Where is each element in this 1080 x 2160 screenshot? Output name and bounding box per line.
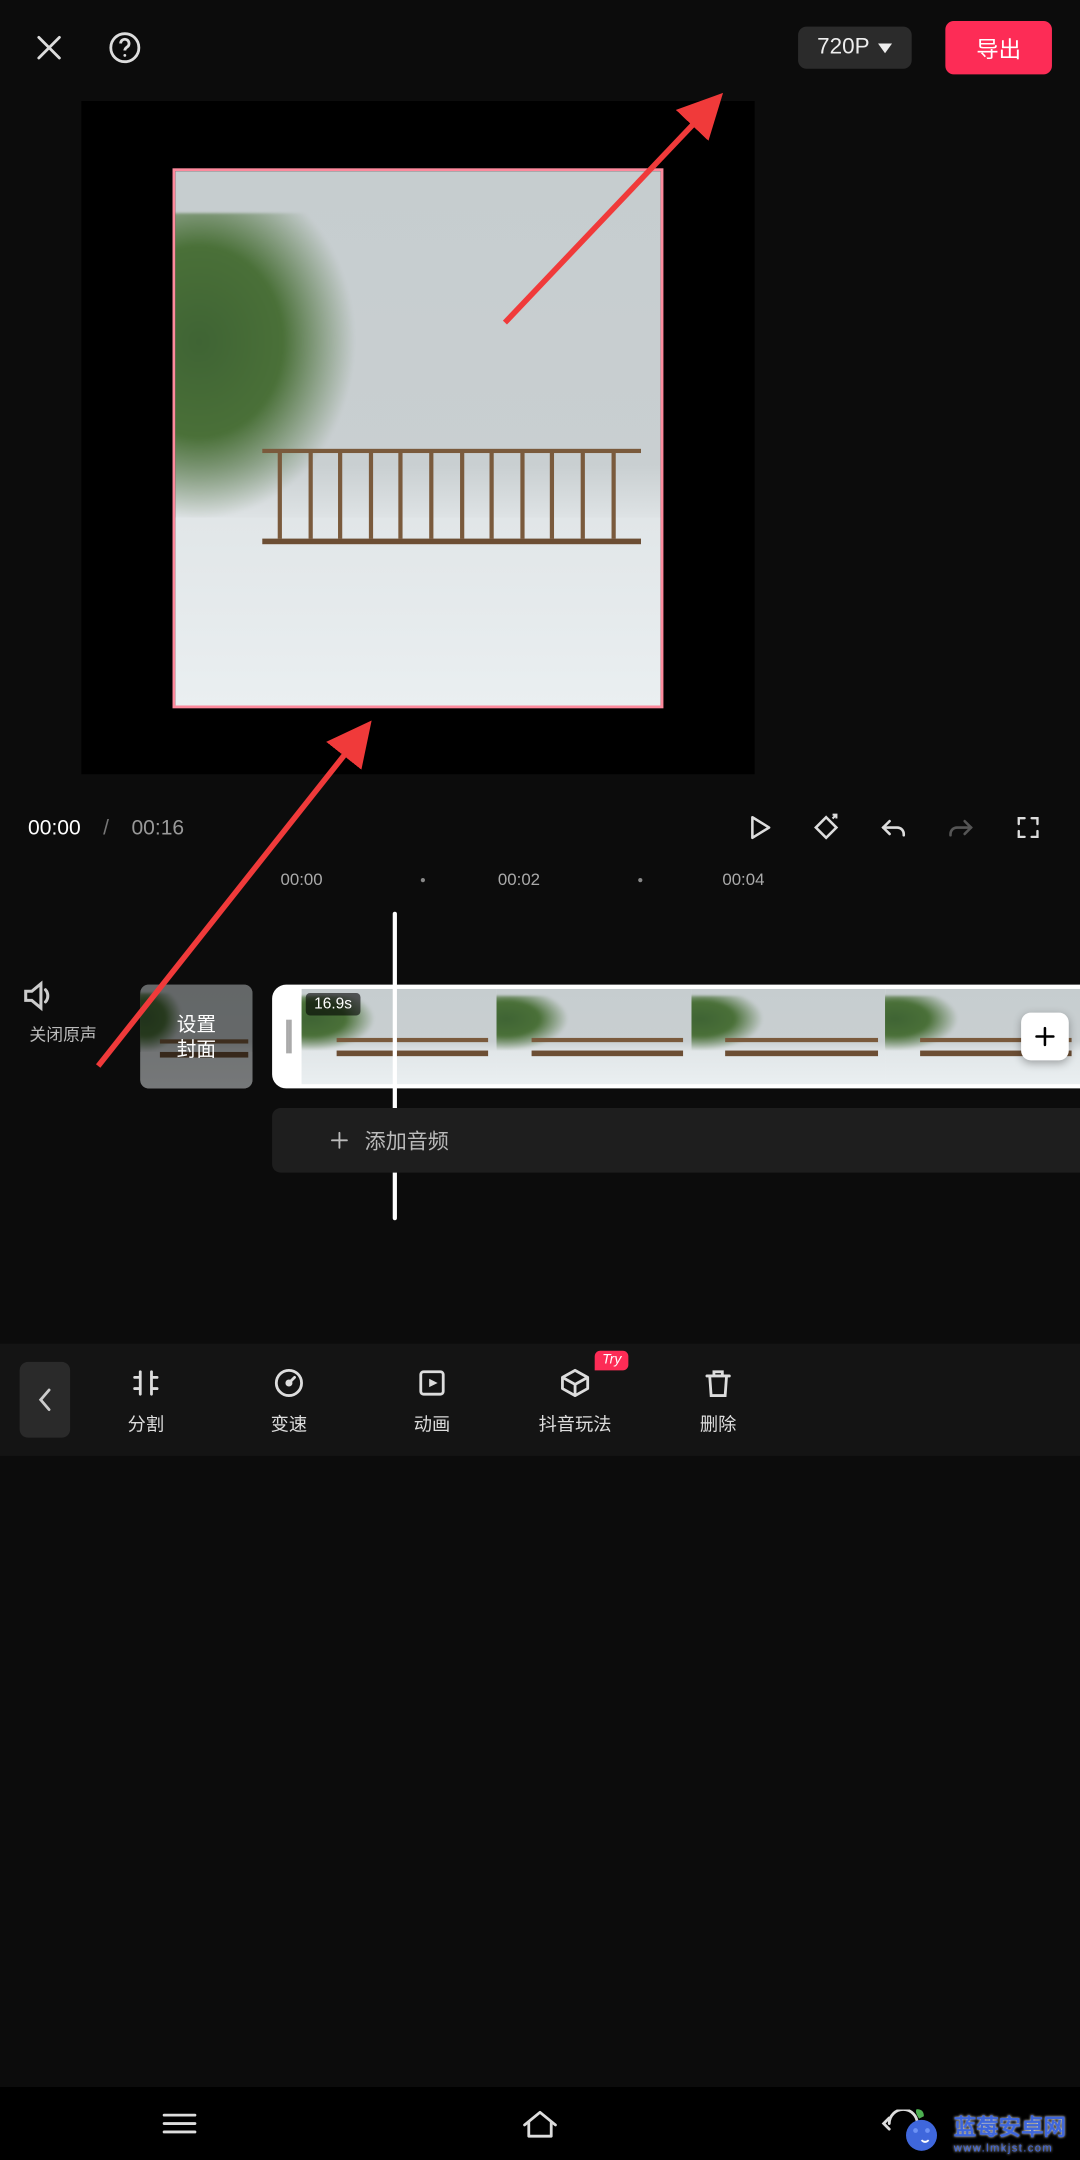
tool-delete[interactable]: 删除 [659,1364,777,1436]
nav-home-icon[interactable] [484,2108,596,2139]
clip-trim-handle-left[interactable] [276,989,301,1084]
animation-icon [414,1364,450,1400]
undo-icon[interactable] [870,804,918,852]
tool-speed[interactable]: 变速 [230,1364,348,1436]
redo-icon[interactable] [937,804,985,852]
watermark-sub: www.lmkjst.com [954,2141,1066,2154]
cube-icon [557,1364,593,1400]
try-badge: Try [595,1350,628,1370]
export-label: 导出 [976,39,1021,63]
add-clip-button[interactable] [1021,1013,1069,1061]
tool-label: 动画 [414,1409,450,1436]
preview-image [175,170,660,704]
timeline-ruler[interactable]: 00:00 00:02 00:04 [0,870,1080,904]
mute-label: 关闭原声 [20,1022,107,1046]
track-area: 关闭原声 设置 封面 16.9s [0,985,1080,1089]
tool-douyin-effects[interactable]: Try 抖音玩法 [516,1364,634,1436]
add-audio-row[interactable]: 添加音频 [272,1108,1080,1173]
help-icon[interactable] [104,27,146,69]
mute-original-button[interactable]: 关闭原声 [20,978,107,1047]
speed-icon [271,1364,307,1400]
resolution-label: 720P [817,35,869,60]
ruler-tick: 00:02 [498,870,540,890]
clip-thumbnails [302,989,1080,1084]
add-audio-label: 添加音频 [365,1126,449,1155]
tool-label: 变速 [271,1409,307,1436]
tool-split[interactable]: 分割 [87,1364,205,1436]
watermark: 蓝莓安卓网 www.lmkjst.com [898,2107,1066,2155]
video-preview[interactable] [81,101,754,774]
tool-label: 分割 [128,1409,164,1436]
clip-duration-badge: 16.9s [306,993,361,1015]
fullscreen-icon[interactable] [1004,804,1052,852]
watermark-title: 蓝莓安卓网 [954,2116,1066,2140]
cover-label: 设置 封面 [140,985,252,1089]
ruler-tick: 00:00 [281,870,323,890]
player-bar: 00:00 / 00:16 [0,799,1080,855]
tool-animation[interactable]: 动画 [373,1364,491,1436]
ruler-dot [421,878,425,882]
playhead[interactable] [393,912,397,1221]
total-time: 00:16 [131,816,184,840]
tool-label: 删除 [700,1409,736,1436]
tool-label: 抖音玩法 [539,1409,612,1436]
preview-frame [173,168,664,708]
current-time: 00:00 [28,816,81,840]
bottom-toolbar: 分割 变速 动画 Try 抖音玩法 删除 [0,1344,1080,1456]
trash-icon [700,1364,736,1400]
toolbar-back-button[interactable] [20,1362,70,1438]
ruler-tick: 00:04 [722,870,764,890]
play-icon[interactable] [735,804,783,852]
split-icon [128,1364,164,1400]
resolution-button[interactable]: 720P [798,27,912,69]
set-cover-button[interactable]: 设置 封面 [140,985,252,1089]
close-icon[interactable] [28,27,70,69]
nav-recent-icon[interactable] [124,2110,236,2138]
watermark-logo-icon [898,2107,946,2155]
export-button[interactable]: 导出 [945,21,1052,74]
ruler-dot [638,878,642,882]
keyframe-icon[interactable] [802,804,850,852]
time-separator: / [100,816,111,840]
